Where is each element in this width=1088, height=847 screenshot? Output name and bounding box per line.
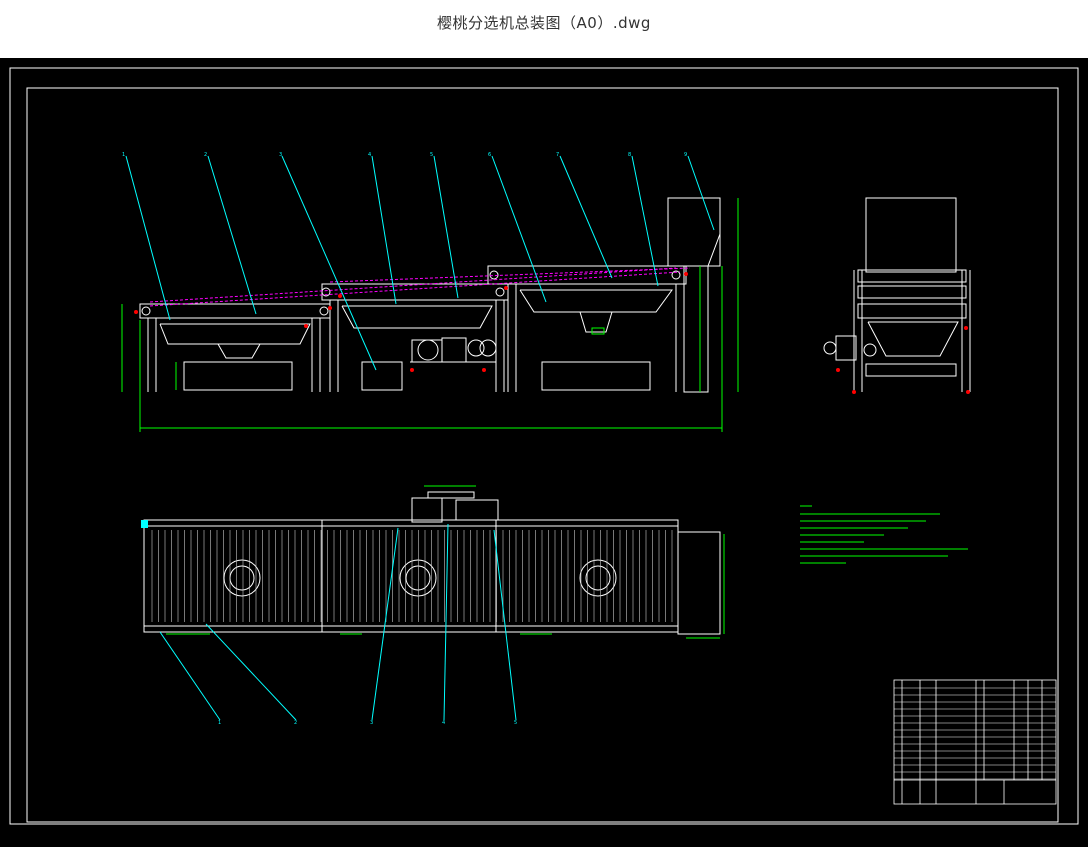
bottom-balloon-1: 1: [218, 720, 221, 726]
plan-view: [143, 491, 721, 635]
balloon-1: 1: [122, 152, 125, 158]
outer-frame: [9, 67, 1079, 825]
leader-lines-top: [125, 155, 715, 371]
bottom-balloon-5: 5: [514, 720, 517, 726]
bottom-balloon-2: 2: [294, 720, 297, 726]
collection-bin-2: [361, 361, 403, 391]
side-hopper: [865, 197, 957, 273]
front-view: [139, 197, 721, 393]
balloon-6: 6: [488, 152, 491, 158]
side-view: [823, 197, 971, 392]
collection-bin-1: [183, 361, 293, 391]
balloon-2: 2: [204, 152, 207, 158]
top-balloons: 1 2 3 4 5 6 7 8 9: [122, 152, 687, 158]
bottom-balloon-4: 4: [442, 720, 445, 726]
technical-requirements: [800, 505, 968, 564]
balloon-8: 8: [628, 152, 631, 158]
balloon-7: 7: [556, 152, 559, 158]
bottom-balloons: 1 2 3 4 5: [218, 720, 517, 726]
parts-list-rows: [894, 687, 1056, 780]
section-markers: [134, 272, 688, 372]
plan-motor: [411, 497, 443, 523]
side-motor: [823, 341, 837, 355]
title-block: [893, 679, 1057, 805]
gear-reducer: [441, 337, 467, 363]
conveyor-section-2: [321, 283, 509, 301]
plan-rollers: [151, 530, 673, 622]
document-title: 樱桃分选机总装图（A0）.dwg: [437, 13, 651, 32]
drive-motor: [417, 339, 439, 361]
plan-bin-1: [223, 559, 261, 597]
plan-bin-3: [579, 559, 617, 597]
leader-lines-bottom: [159, 523, 517, 721]
title-bar: 樱桃分选机总装图（A0）.dwg: [0, 0, 1088, 58]
cad-viewer-canvas[interactable]: 1 2 3 4 5 6 7 8 9 1 2 3 4 5: [0, 58, 1088, 847]
bottom-balloon-3: 3: [370, 720, 373, 726]
balloon-5: 5: [430, 152, 433, 158]
balloon-3: 3: [279, 152, 282, 158]
collection-bin-3: [541, 361, 651, 391]
cad-drawing: 1 2 3 4 5 6 7 8 9 1 2 3 4 5: [9, 67, 1079, 825]
plan-origin-marker: [141, 520, 148, 528]
balloon-4: 4: [368, 152, 371, 158]
dimensions-front: [121, 198, 739, 432]
plan-reducer: [455, 499, 499, 521]
balloon-9: 9: [684, 152, 687, 158]
plan-feed-hopper: [677, 531, 721, 635]
